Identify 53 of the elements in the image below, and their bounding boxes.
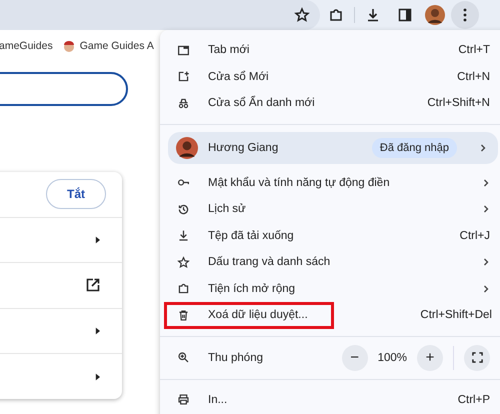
download-icon bbox=[177, 229, 190, 242]
menu-item[interactable]: Dấu trang và danh sách bbox=[160, 249, 500, 276]
menu-item[interactable]: Tệp đã tải xuống Ctrl+J bbox=[160, 222, 500, 249]
menu-item[interactable]: Mật khẩu và tính năng tự động điền bbox=[160, 170, 500, 196]
zoom-in-button[interactable]: + bbox=[417, 344, 443, 370]
shortcut-label: Ctrl+P bbox=[458, 394, 490, 406]
menu-item[interactable]: Cửa sổ Mới Ctrl+N bbox=[160, 64, 500, 90]
triangle-right-icon bbox=[95, 236, 100, 244]
more-vertical-icon bbox=[463, 8, 467, 22]
menu-item[interactable]: Tab mới Ctrl+T bbox=[160, 37, 500, 64]
profile-item[interactable]: Hương Giang Đã đăng nhập bbox=[168, 132, 498, 164]
star-icon bbox=[177, 256, 190, 269]
triangle-right-icon bbox=[95, 372, 100, 381]
extension-icon[interactable] bbox=[328, 7, 344, 23]
incognito-icon bbox=[177, 96, 190, 110]
zoom-level: 100% bbox=[378, 352, 407, 364]
chevron-right-icon bbox=[482, 257, 490, 268]
printer-icon bbox=[177, 393, 190, 406]
external-link-icon bbox=[86, 278, 100, 292]
chevron-right-icon bbox=[482, 204, 490, 214]
zoom-out-button[interactable]: − bbox=[342, 344, 368, 370]
bookmark-item[interactable]: Game Guides A bbox=[62, 39, 154, 53]
menu-item[interactable]: Tiện ích mở rộng bbox=[160, 276, 500, 302]
menu-item[interactable]: Cửa sổ Ẩn danh mới Ctrl+Shift+N bbox=[160, 90, 500, 116]
shortcut-label: Ctrl+J bbox=[460, 230, 490, 242]
avatar bbox=[176, 136, 198, 158]
shortcut-label: Ctrl+N bbox=[457, 70, 490, 83]
menu-button[interactable] bbox=[451, 1, 479, 29]
star-icon[interactable] bbox=[294, 7, 310, 23]
side-panel-icon[interactable] bbox=[397, 7, 413, 23]
fullscreen-icon bbox=[472, 352, 482, 363]
mascot-icon bbox=[62, 39, 76, 53]
search-icon bbox=[177, 351, 190, 364]
history-icon bbox=[177, 202, 190, 216]
turn-off-button[interactable]: Tắt bbox=[46, 179, 106, 210]
shortcut-label: Ctrl+Shift+Del bbox=[420, 309, 492, 322]
chevron-right-icon bbox=[482, 284, 490, 294]
menu-item[interactable]: In... Ctrl+P bbox=[160, 386, 500, 413]
shortcut-label: Ctrl+Shift+N bbox=[427, 97, 490, 110]
shortcut-label: Ctrl+T bbox=[458, 44, 490, 56]
menu-item[interactable]: Lịch sử bbox=[160, 196, 500, 222]
signed-in-badge: Đã đăng nhập bbox=[372, 138, 457, 158]
tab-icon bbox=[177, 44, 190, 57]
triangle-right-icon bbox=[95, 327, 100, 336]
trash-icon bbox=[177, 308, 190, 322]
chevron-right-icon bbox=[479, 142, 487, 152]
download-icon[interactable] bbox=[365, 7, 381, 23]
extension-icon bbox=[177, 282, 190, 296]
avatar[interactable] bbox=[425, 5, 445, 25]
chevron-right-icon bbox=[482, 178, 490, 188]
search-field[interactable] bbox=[0, 72, 128, 106]
new-window-icon bbox=[177, 70, 190, 84]
fullscreen-button[interactable] bbox=[464, 344, 490, 370]
